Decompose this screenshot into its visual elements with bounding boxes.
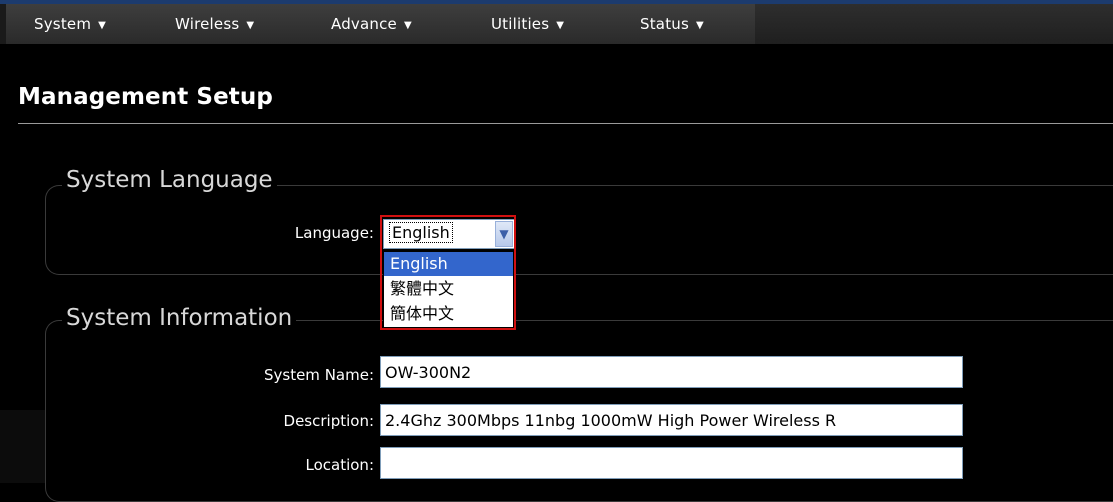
description-input[interactable] bbox=[380, 404, 963, 436]
language-label: Language: bbox=[294, 224, 374, 242]
highlight-frame bbox=[380, 215, 516, 330]
system-name-label: System Name: bbox=[263, 366, 374, 384]
title-divider bbox=[18, 123, 1113, 124]
chevron-down-icon: ▼ bbox=[403, 20, 412, 31]
menu-status[interactable]: Status ▼ bbox=[640, 4, 704, 44]
system-name-input[interactable] bbox=[380, 356, 963, 388]
menu-status-label: Status bbox=[640, 15, 689, 33]
chevron-down-icon: ▼ bbox=[556, 20, 565, 31]
menu-bar-edge bbox=[0, 4, 6, 44]
main-menu-bar: System ▼ Wireless ▼ Advance ▼ Utilities ▼ St… bbox=[0, 4, 1113, 44]
menu-wireless[interactable]: Wireless ▼ bbox=[175, 4, 254, 44]
menu-advance-label: Advance bbox=[331, 15, 397, 33]
system-language-legend: System Language bbox=[62, 167, 277, 193]
menu-system[interactable]: System ▼ bbox=[34, 4, 106, 44]
menu-utilities[interactable]: Utilities ▼ bbox=[491, 4, 564, 44]
menu-utilities-label: Utilities bbox=[491, 15, 550, 33]
sub-bar bbox=[0, 44, 1113, 50]
chevron-down-icon: ▼ bbox=[696, 20, 704, 31]
chevron-down-icon: ▼ bbox=[246, 20, 255, 31]
menu-wireless-label: Wireless bbox=[175, 15, 240, 33]
menu-bar-filler bbox=[755, 4, 1113, 44]
chevron-down-icon: ▼ bbox=[98, 20, 107, 31]
location-input[interactable] bbox=[380, 447, 963, 479]
location-label: Location: bbox=[305, 456, 375, 474]
page-title: Management Setup bbox=[18, 84, 273, 110]
menu-advance[interactable]: Advance ▼ bbox=[331, 4, 412, 44]
system-language-section bbox=[45, 185, 1113, 275]
menu-system-label: System bbox=[34, 15, 92, 33]
description-label: Description: bbox=[283, 412, 374, 430]
system-information-legend: System Information bbox=[62, 305, 297, 331]
